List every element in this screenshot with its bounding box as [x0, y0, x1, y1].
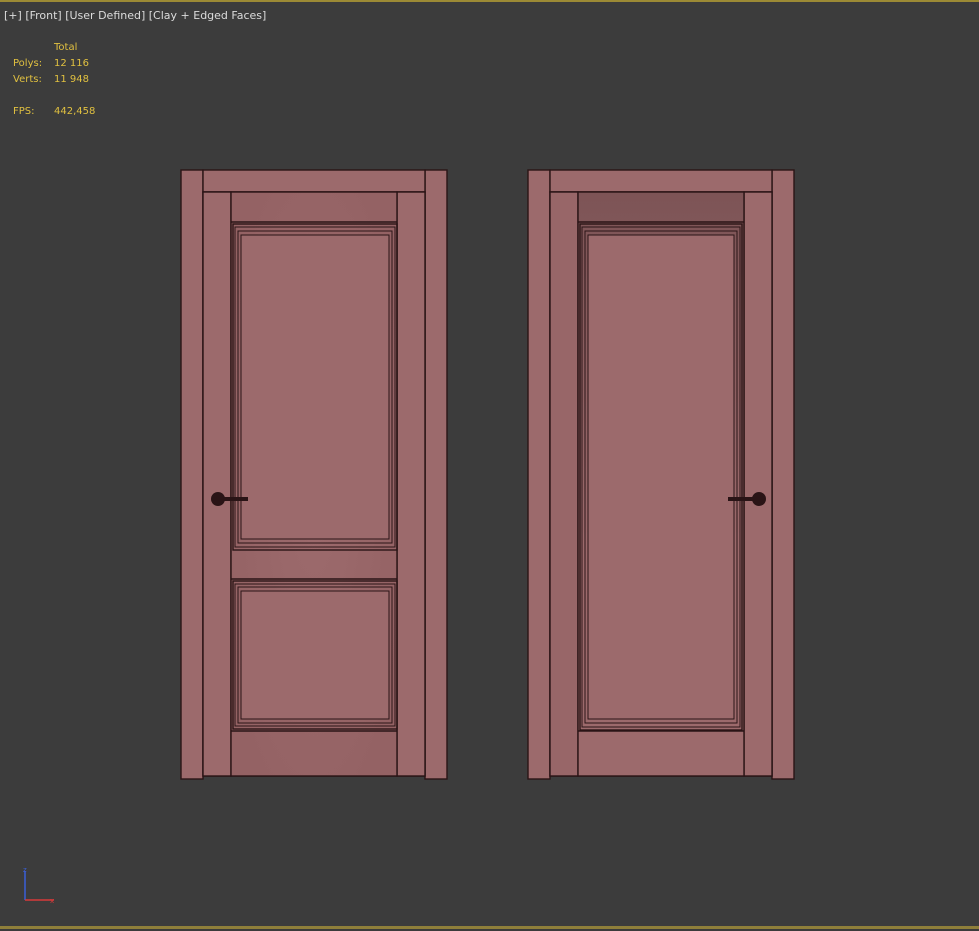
axis-gizmo-icon: z x — [23, 866, 54, 905]
svg-text:z: z — [23, 866, 27, 874]
door-two-panel[interactable] — [180, 169, 448, 780]
left-door-casing-left — [180, 169, 204, 780]
left-door-casing-right — [424, 169, 448, 780]
left-door-casing-top — [202, 169, 426, 193]
right-door-casing-right — [771, 169, 795, 780]
door-single-panel[interactable] — [527, 169, 795, 780]
left-door-stile-left — [202, 191, 232, 777]
scene-canvas — [180, 169, 795, 780]
right-door-casing-left — [527, 169, 551, 780]
left-door-stile-right — [396, 191, 426, 777]
right-door-stile-left — [549, 191, 579, 777]
svg-text:x: x — [50, 897, 54, 905]
right-door-casing-top — [549, 169, 773, 193]
front-viewport[interactable]: [+] [Front] [User Defined] [Clay + Edged… — [0, 0, 979, 929]
right-door-stile-right — [743, 191, 773, 777]
